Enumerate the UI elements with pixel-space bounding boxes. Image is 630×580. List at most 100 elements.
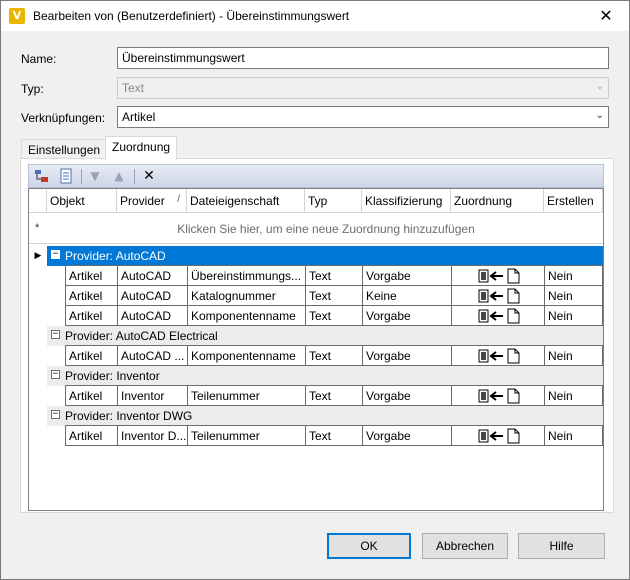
link-label: Verknüpfungen: [21,111,106,125]
group-label: Provider: AutoCAD [65,249,166,263]
cell-objekt[interactable]: Artikel [65,425,118,446]
cell-provider[interactable]: AutoCAD [118,286,188,306]
cell-provider[interactable]: Inventor [118,385,188,406]
move-down-icon[interactable]: ▼ [86,168,104,184]
type-combobox: Text ⌄ [117,77,609,99]
cell-zuordnung[interactable] [452,385,545,406]
row-header-corner [29,189,47,213]
cell-dateieigenschaft[interactable]: Übereinstimmungs... [188,265,306,286]
chevron-down-icon[interactable]: ⌄ [596,110,604,121]
cell-klassifizierung[interactable]: Vorgabe [363,425,452,446]
cell-erstellen[interactable]: Nein [545,425,603,446]
cell-zuordnung[interactable] [452,286,545,306]
cell-objekt[interactable]: Artikel [65,385,118,406]
cell-typ[interactable]: Text [306,345,363,366]
close-button[interactable]: ✕ [583,1,629,31]
collapse-icon[interactable]: − [51,330,60,339]
column-header-label: Objekt [50,194,85,208]
cell-provider[interactable]: AutoCAD ... [118,345,188,366]
mapping-grid[interactable]: Objekt Provider / Dateieigenschaft Typ Kl… [28,188,604,511]
cell-provider[interactable]: Inventor D... [118,425,188,446]
collapse-icon[interactable]: − [51,250,60,259]
column-header-typ[interactable]: Typ [305,189,362,213]
new-row-hint: Klicken Sie hier, um eine neue Zuordnung… [177,222,475,236]
mapping-direction-icon [477,308,527,324]
cell-klassifizierung[interactable]: Vorgabe [363,385,452,406]
move-up-icon[interactable]: ▲ [110,168,128,184]
cell-erstellen[interactable]: Nein [545,265,603,286]
column-header-dateieigenschaft[interactable]: Dateieigenschaft [187,189,305,213]
cell-klassifizierung[interactable]: Vorgabe [363,345,452,366]
name-label: Name: [21,52,57,66]
new-mapping-row[interactable]: * Klicken Sie hier, um eine neue Zuordnu… [29,213,603,244]
toolbar-separator [134,169,135,184]
table-row[interactable]: Artikel Inventor Teilenummer Text Vorgabe Nei… [65,385,603,406]
cell-provider[interactable]: AutoCAD [118,306,188,326]
table-row[interactable]: Artikel AutoCAD ... Komponentenname Text Vor… [65,345,603,366]
cell-erstellen[interactable]: Nein [545,385,603,406]
cell-erstellen[interactable]: Nein [545,306,603,326]
type-combobox-value: Text [122,81,145,95]
column-header-objekt[interactable]: Objekt [47,189,117,213]
cell-objekt[interactable]: Artikel [65,306,118,326]
cell-dateieigenschaft[interactable]: Katalognummer [188,286,306,306]
column-header-label: Provider [120,194,165,208]
cell-klassifizierung[interactable]: Vorgabe [363,265,452,286]
column-header-zuordnung[interactable]: Zuordnung [451,189,544,213]
cell-typ[interactable]: Text [306,286,363,306]
mapping-direction-icon [477,288,527,304]
group-row[interactable]: − Provider: Inventor [47,366,603,386]
table-row[interactable]: Artikel AutoCAD Katalognummer Text Keine Nein [65,286,603,306]
cancel-button[interactable]: Abbrechen [422,533,508,559]
cell-typ[interactable]: Text [306,425,363,446]
column-header-erstellen[interactable]: Erstellen [544,189,603,213]
collapse-icon[interactable]: − [51,370,60,379]
grid-toolbar: ▼ ▲ ✕ [28,164,604,188]
column-header-klassifizierung[interactable]: Klassifizierung [362,189,451,213]
current-row-indicator-icon: ▶ [34,251,42,261]
cell-erstellen[interactable]: Nein [545,345,603,366]
collapse-icon[interactable]: − [51,410,60,419]
cell-objekt[interactable]: Artikel [65,265,118,286]
column-header-label: Zuordnung [454,194,513,208]
import-icon[interactable] [57,168,75,184]
name-input[interactable]: Übereinstimmungswert [117,47,609,69]
toolbar-separator [81,169,82,184]
cell-objekt[interactable]: Artikel [65,345,118,366]
column-header-label: Klassifizierung [365,194,443,208]
group-label: Provider: Inventor DWG [65,409,193,423]
cell-klassifizierung[interactable]: Keine [363,286,452,306]
table-row[interactable]: Artikel AutoCAD Übereinstimmungs... Text Vor… [65,265,603,286]
cell-objekt[interactable]: Artikel [65,286,118,306]
cell-dateieigenschaft[interactable]: Teilenummer [188,385,306,406]
cell-typ[interactable]: Text [306,385,363,406]
table-row[interactable]: Artikel Inventor D... Teilenummer Text Vorga… [65,425,603,446]
cell-typ[interactable]: Text [306,265,363,286]
type-label: Typ: [21,82,44,96]
column-header-provider[interactable]: Provider / [117,189,187,213]
tab-zuordnung[interactable]: Zuordnung [105,136,178,160]
cell-dateieigenschaft[interactable]: Teilenummer [188,425,306,446]
cell-klassifizierung[interactable]: Vorgabe [363,306,452,326]
link-combobox[interactable]: Artikel ⌄ [117,106,609,128]
ok-button[interactable]: OK [327,533,411,559]
cell-zuordnung[interactable] [452,265,545,286]
add-mapping-icon[interactable] [33,168,51,184]
cell-dateieigenschaft[interactable]: Komponentenname [188,306,306,326]
table-row[interactable]: Artikel AutoCAD Komponentenname Text Vorgabe… [65,306,603,326]
delete-icon[interactable]: ✕ [140,168,158,184]
title-bar: V Bearbeiten von (Benutzerdefiniert) - Ü… [1,1,629,31]
cell-provider[interactable]: AutoCAD [118,265,188,286]
column-header-label: Typ [308,194,328,208]
cell-erstellen[interactable]: Nein [545,286,603,306]
group-row[interactable]: − Provider: AutoCAD [47,246,603,266]
cell-zuordnung[interactable] [452,345,545,366]
cell-dateieigenschaft[interactable]: Komponentenname [188,345,306,366]
group-row[interactable]: − Provider: Inventor DWG [47,406,603,426]
cell-zuordnung[interactable] [452,425,545,446]
group-row[interactable]: − Provider: AutoCAD Electrical [47,326,603,346]
cell-typ[interactable]: Text [306,306,363,326]
column-header-label: Erstellen [547,194,594,208]
help-button[interactable]: Hilfe [518,533,605,559]
cell-zuordnung[interactable] [452,306,545,326]
